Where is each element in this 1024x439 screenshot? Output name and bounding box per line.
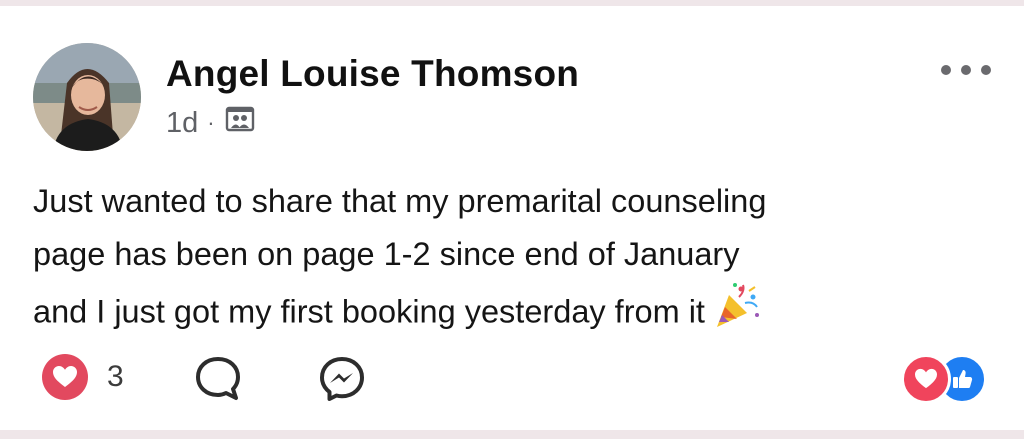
post-meta: 1d · — [166, 105, 255, 141]
heart-reaction-icon[interactable] — [42, 354, 88, 400]
post-card: Angel Louise Thomson 1d · Just wanted to… — [0, 6, 1024, 430]
party-popper-icon — [711, 281, 761, 347]
more-dot — [961, 65, 971, 75]
reaction-count[interactable]: 3 — [107, 360, 124, 394]
more-dot — [941, 65, 951, 75]
avatar[interactable] — [33, 43, 141, 151]
group-audience-icon — [225, 105, 255, 141]
avatar-image — [33, 43, 141, 151]
post-text-line: Just wanted to share that my premarital … — [33, 183, 767, 219]
love-icon — [901, 354, 951, 404]
bottom-divider — [0, 430, 1024, 439]
post-actions: 3 — [31, 348, 991, 404]
post-text: Just wanted to share that my premarital … — [33, 175, 1008, 347]
post-text-line-with-emoji: and I just got my first booking yesterda… — [33, 281, 1008, 347]
comment-icon[interactable] — [193, 354, 243, 409]
meta-separator: · — [207, 110, 215, 135]
reaction-summary[interactable] — [901, 352, 991, 404]
more-options-icon[interactable] — [941, 58, 991, 82]
post-text-line: page has been on page 1-2 since end of J… — [33, 236, 740, 272]
more-dot — [981, 65, 991, 75]
post-time[interactable]: 1d — [166, 107, 198, 140]
author-name[interactable]: Angel Louise Thomson — [166, 53, 579, 95]
post-text-line: and I just got my first booking yesterda… — [33, 293, 705, 330]
messenger-icon[interactable] — [317, 354, 367, 409]
